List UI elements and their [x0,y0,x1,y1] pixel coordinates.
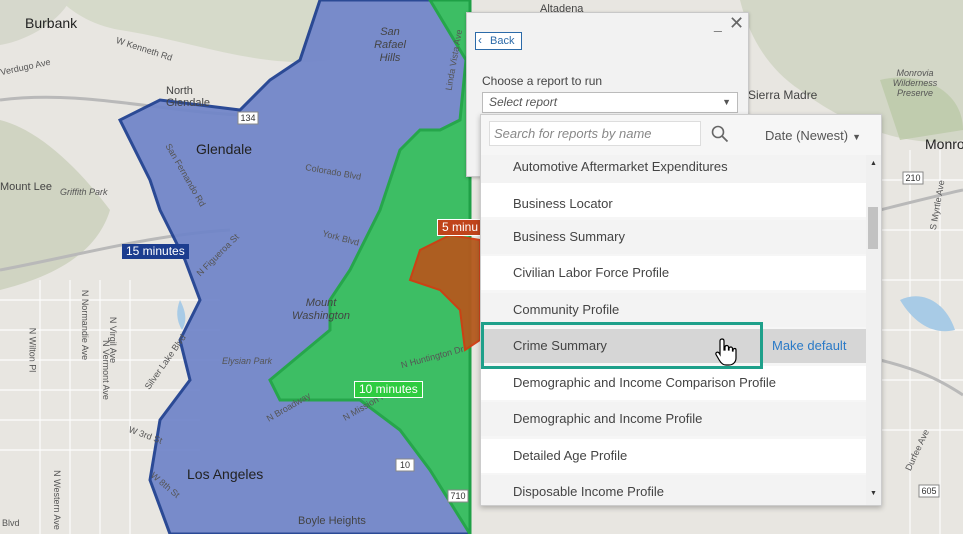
chevron-left-icon: ‹ [478,33,482,47]
list-item[interactable]: Disposable Income Profile [481,475,866,505]
street-n-virgil-ave: N Virgil Ave [108,316,119,364]
back-button-label: Back [490,35,515,47]
map-label-mount-washington: Mount Washington [292,297,350,322]
search-reports-input[interactable] [489,121,701,146]
list-item[interactable]: Business Locator [481,183,866,217]
list-item[interactable]: Demographic and Income Comparison Profil… [481,366,866,400]
map-label-burbank: Burbank [25,15,78,31]
list-item[interactable]: Demographic and Income Profile [481,402,866,436]
svg-text:10: 10 [400,460,410,470]
map-label-sierra-madre: Sierra Madre [748,88,818,102]
make-default-link[interactable]: Make default [772,338,846,353]
sort-dropdown[interactable]: Date (Newest) ▼ [765,128,861,143]
close-button[interactable]: ✕ [729,13,744,34]
minimize-button[interactable]: _ [714,16,722,32]
list-item[interactable]: Business Summary [481,220,866,254]
scrollbar-thumb[interactable] [868,207,878,249]
report-dropdown-list: Date (Newest)▼ Automotive Aftermarket Ex… [480,114,882,506]
map-label-san-rafael-hills: San Rafael Hills [374,26,406,64]
drive-time-badge-10: 10 minutes [354,381,423,398]
scroll-down-icon[interactable]: ▼ [870,490,877,497]
street-n-normandie-ave: N Normandie Ave [80,289,91,361]
svg-text:710: 710 [450,491,465,501]
map-label-mount-lee: Mount Lee [0,181,52,193]
map-label-griffith-park: Griffith Park [60,187,108,197]
drive-time-badge-5: 5 minu [437,219,484,236]
caret-down-icon: ▼ [852,132,861,142]
select-report-dropdown[interactable]: Select report ▼ [482,92,738,113]
map-label-los-angeles: Los Angeles [187,466,264,482]
svg-text:134: 134 [240,113,255,123]
street-n-western-ave: N Western Ave [51,470,62,530]
street-n-wilton-pl: N Wilton Pl [27,327,38,373]
street-blvd: Blvd [2,518,20,528]
scroll-up-icon[interactable]: ▲ [870,160,877,167]
choose-report-label: Choose a report to run [482,74,603,88]
svg-text:210: 210 [905,173,920,183]
drive-time-badge-15: 15 minutes [122,244,189,259]
list-scrollbar[interactable]: ▲ ▼ [866,155,881,505]
map-label-glendale: Glendale [196,141,253,157]
report-list[interactable]: Automotive Aftermarket Expenditures Busi… [481,155,866,505]
map-label-north-glendale: North Glendale [166,85,211,109]
list-item[interactable]: Community Profile [481,293,866,327]
map-label-elysian-park: Elysian Park [222,356,273,366]
select-report-value: Select report [489,95,558,109]
caret-down-icon: ▼ [722,97,731,107]
map-label-monro: Monro [925,136,963,152]
list-item[interactable]: Detailed Age Profile [481,439,866,473]
back-button[interactable]: ‹ Back [475,32,523,50]
map-label-boyle-heights: Boyle Heights [298,515,366,527]
svg-text:605: 605 [921,486,936,496]
list-item[interactable]: Civilian Labor Force Profile [481,256,866,290]
map-label-monrovia-preserve: Monrovia Wilderness Preserve [892,68,938,98]
search-icon[interactable] [711,125,729,143]
sort-label: Date (Newest) [765,128,849,143]
hand-cursor-icon [715,338,737,366]
list-item-crime-summary[interactable]: Crime Summary Make default [481,329,866,363]
